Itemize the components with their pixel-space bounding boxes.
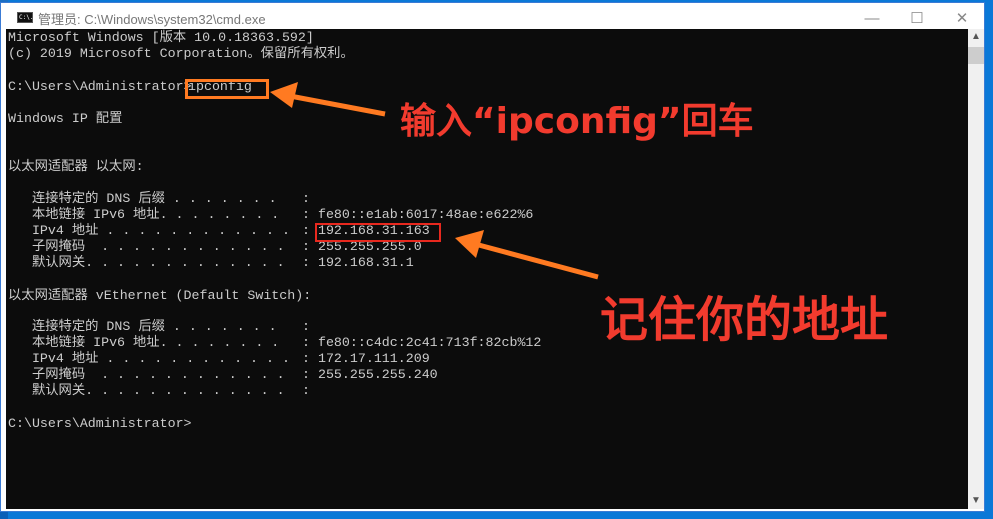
arrow-to-ipconfig <box>270 82 386 117</box>
annotation-remember-address: 记住你的地址 <box>600 292 889 348</box>
annotation-type-ipconfig: 输入“ipconfig”回车 <box>400 101 754 142</box>
arrow-to-ip-address <box>455 230 599 280</box>
annotation-arrows <box>270 82 599 280</box>
